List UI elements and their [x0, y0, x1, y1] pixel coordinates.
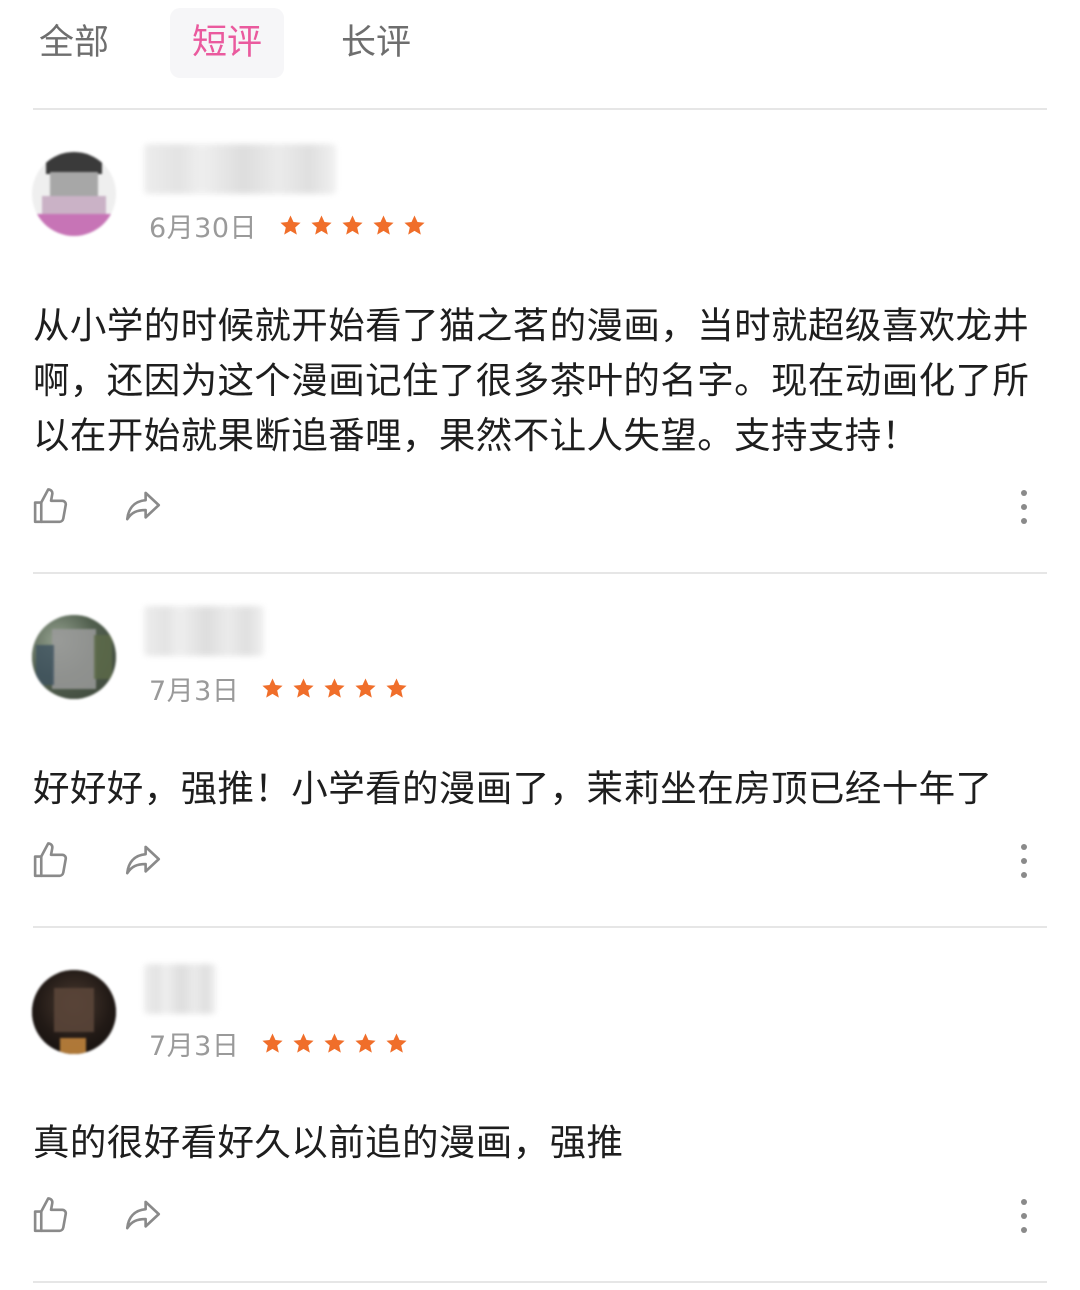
- star-icon: [355, 1032, 376, 1053]
- more-vertical-icon[interactable]: [1010, 1196, 1038, 1236]
- divider: [33, 108, 1047, 110]
- star-icon: [355, 677, 376, 698]
- avatar[interactable]: [32, 152, 116, 236]
- review-date: 7月3日: [149, 675, 240, 707]
- review-text: 好好好，强推！小学看的漫画了，茉莉坐在房顶已经十年了: [33, 767, 993, 810]
- review-meta: 6月30日: [149, 205, 426, 245]
- tab-short-reviews[interactable]: 短评: [170, 8, 284, 78]
- username: [144, 144, 336, 194]
- star-icon: [280, 214, 301, 235]
- share-icon[interactable]: [122, 1194, 164, 1236]
- divider: [33, 572, 1047, 574]
- divider: [33, 1281, 1047, 1283]
- star-rating: [261, 1032, 408, 1055]
- thumbs-up-icon[interactable]: [29, 485, 71, 527]
- share-icon[interactable]: [122, 485, 164, 527]
- review-date: 7月3日: [149, 1030, 240, 1062]
- star-icon: [386, 677, 407, 698]
- share-icon[interactable]: [122, 839, 164, 881]
- avatar[interactable]: [32, 970, 116, 1054]
- review-meta: 7月3日: [149, 1023, 408, 1063]
- username: [144, 606, 264, 656]
- star-icon: [262, 1032, 283, 1053]
- tab-all[interactable]: 全部: [28, 8, 120, 78]
- divider: [33, 926, 1047, 928]
- star-rating: [279, 214, 426, 237]
- star-icon: [324, 677, 345, 698]
- star-icon: [404, 214, 425, 235]
- star-rating: [261, 677, 408, 700]
- tab-long-reviews[interactable]: 长评: [330, 8, 422, 78]
- star-icon: [262, 677, 283, 698]
- review-date: 6月30日: [149, 212, 258, 244]
- review-tabs: 全部 短评 长评: [0, 0, 1080, 108]
- star-icon: [373, 214, 394, 235]
- star-icon: [342, 214, 363, 235]
- thumbs-up-icon[interactable]: [29, 839, 71, 881]
- star-icon: [293, 677, 314, 698]
- star-icon: [293, 1032, 314, 1053]
- star-icon: [311, 214, 332, 235]
- more-vertical-icon[interactable]: [1010, 841, 1038, 881]
- more-vertical-icon[interactable]: [1010, 487, 1038, 527]
- thumbs-up-icon[interactable]: [29, 1194, 71, 1236]
- avatar[interactable]: [32, 615, 116, 699]
- star-icon: [324, 1032, 345, 1053]
- username: [144, 964, 216, 1014]
- review-text: 从小学的时候就开始看了猫之茗的漫画，当时就超级喜欢龙井啊，还因为这个漫画记住了很…: [33, 304, 1030, 457]
- review-text: 真的很好看好久以前追的漫画，强推: [33, 1121, 624, 1164]
- review-meta: 7月3日: [149, 668, 408, 708]
- star-icon: [386, 1032, 407, 1053]
